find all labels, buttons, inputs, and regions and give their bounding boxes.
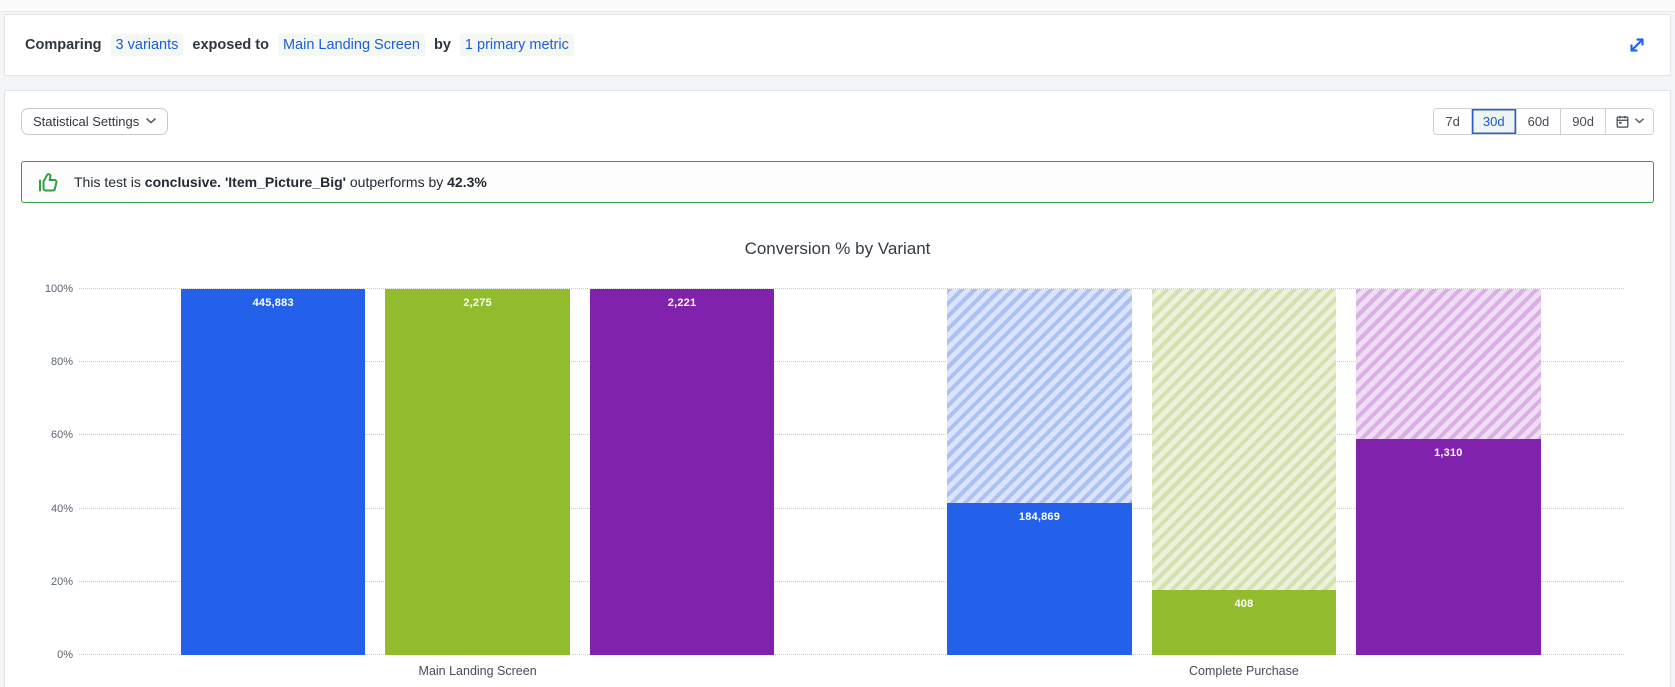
date-range-segmented-control: 7d 30d 60d 90d — [1433, 107, 1654, 135]
y-tick-label: 100% — [44, 283, 73, 295]
bar-green-group1[interactable]: 2,275 — [385, 289, 570, 655]
calendar-icon — [1615, 114, 1630, 129]
expand-button[interactable] — [1624, 32, 1650, 58]
banner-conclusive: conclusive. — [144, 174, 222, 190]
bar-remainder-hatched — [947, 289, 1132, 504]
by-label: by — [434, 37, 451, 53]
y-tick-label: 60% — [50, 429, 73, 442]
range-30d-button[interactable]: 30d — [1471, 108, 1517, 134]
y-axis: 0% 20% 40% 60% 80% 100% — [21, 283, 79, 661]
banner-prefix: This test is — [74, 174, 141, 190]
y-tick-label: 80% — [50, 356, 73, 369]
bar-group-2: 184,869 408 1,310 Complete Purchase — [947, 289, 1541, 678]
comparing-label: Comparing — [25, 37, 102, 53]
bar-group-1: 445,883 2,275 2,221 Main Landing Screen — [180, 289, 775, 678]
y-tick-label: 20% — [50, 575, 73, 588]
exposure-event-link[interactable]: Main Landing Screen — [277, 34, 425, 56]
x-axis-category-label: Complete Purchase — [1189, 664, 1299, 678]
bar-value-label: 1,310 — [1434, 447, 1463, 460]
statistical-settings-label: Statistical Settings — [33, 113, 140, 129]
bar-value-label: 184,869 — [1018, 511, 1061, 524]
y-tick-label: 40% — [50, 502, 73, 515]
bar-remainder-hatched — [1151, 289, 1337, 590]
chevron-down-icon — [1635, 118, 1644, 124]
bar-solid-segment: 408 — [1151, 589, 1337, 655]
bar-value-label: 2,221 — [667, 297, 697, 309]
chevron-down-icon — [146, 118, 157, 124]
plot-area: 445,883 2,275 2,221 Main Landing Screen 184,… — [79, 288, 1624, 678]
range-60d-button[interactable]: 60d — [1516, 108, 1562, 134]
bar-solid-segment: 2,275 — [385, 289, 570, 655]
bar-solid-segment: 184,869 — [947, 503, 1132, 655]
x-axis-category-label: Main Landing Screen — [418, 664, 537, 678]
bar-purple-group2[interactable]: 1,310 — [1356, 289, 1541, 655]
bar-solid-segment: 1,310 — [1356, 439, 1541, 655]
variants-link[interactable]: 3 variants — [110, 34, 184, 56]
conclusive-result-banner: This test is conclusive. 'Item_Picture_B… — [21, 161, 1654, 203]
bar-remainder-hatched — [1356, 289, 1541, 440]
chart-title: Conversion % by Variant — [744, 239, 931, 258]
banner-variant-name: 'Item_Picture_Big' — [224, 174, 346, 190]
range-7d-button[interactable]: 7d — [1434, 108, 1472, 134]
custom-date-range-button[interactable] — [1606, 108, 1653, 134]
bar-blue-group1[interactable]: 445,883 — [180, 289, 366, 655]
primary-metric-link[interactable]: 1 primary metric — [459, 34, 574, 56]
conversion-chart: 0% 20% 40% 60% 80% 100% 445,883 2,275 2,221 Main… — [21, 283, 1654, 678]
exposed-to-label: exposed to — [192, 37, 269, 53]
banner-message: This test is conclusive. 'Item_Picture_B… — [74, 174, 487, 190]
expand-diagonal-icon — [1627, 35, 1647, 55]
bar-solid-segment: 2,221 — [589, 289, 775, 655]
compare-sentence: Comparing 3 variants exposed to Main Lan… — [25, 34, 574, 56]
bar-green-group2[interactable]: 408 — [1151, 289, 1337, 655]
bar-value-label: 408 — [1234, 597, 1254, 610]
statistical-settings-button[interactable]: Statistical Settings — [21, 107, 169, 135]
experiment-results-panel: Statistical Settings 7d 30d 60d 90d This… — [4, 90, 1671, 687]
chart-toolbar: Statistical Settings 7d 30d 60d 90d — [21, 107, 1654, 135]
page-top-strip — [0, 0, 1675, 12]
bar-purple-group1[interactable]: 2,221 — [589, 289, 775, 655]
range-90d-button[interactable]: 90d — [1561, 108, 1606, 134]
banner-lift-value: 42.3% — [447, 174, 487, 190]
bar-value-label: 2,275 — [463, 297, 492, 309]
bar-value-label: 445,883 — [252, 297, 294, 309]
y-tick-label: 0% — [57, 649, 73, 661]
thumbs-up-icon — [36, 170, 60, 194]
bar-blue-group2[interactable]: 184,869 — [947, 289, 1132, 655]
banner-middle: outperforms by — [349, 174, 444, 190]
compare-header-panel: Comparing 3 variants exposed to Main Lan… — [4, 14, 1671, 76]
bar-solid-segment: 445,883 — [180, 289, 366, 655]
